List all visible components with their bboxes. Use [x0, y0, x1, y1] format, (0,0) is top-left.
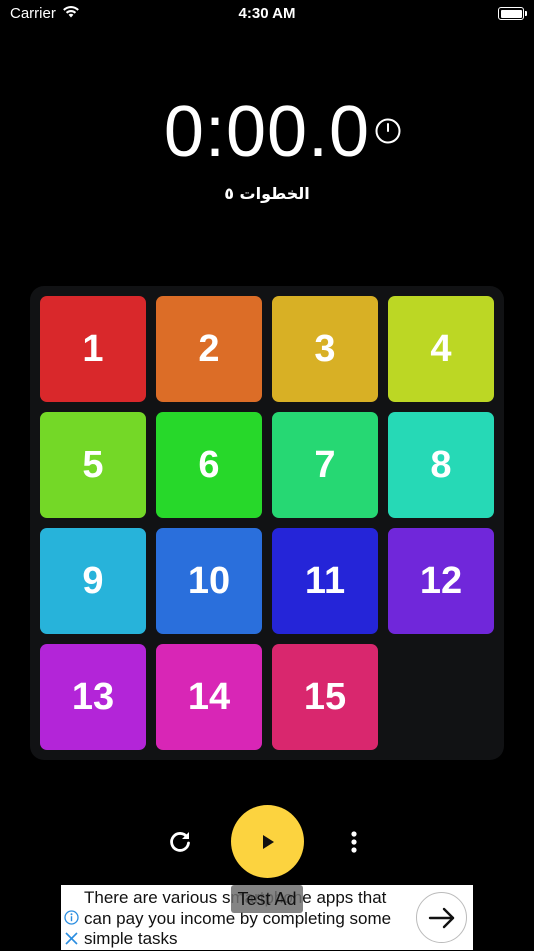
puzzle-tile[interactable]: 3: [272, 296, 378, 402]
puzzle-tile[interactable]: 10: [156, 528, 262, 634]
info-icon[interactable]: [64, 910, 79, 925]
test-ad-label: Test Ad: [231, 885, 303, 913]
timer-icon[interactable]: [374, 117, 402, 145]
puzzle-tile[interactable]: 9: [40, 528, 146, 634]
puzzle-tile[interactable]: 6: [156, 412, 262, 518]
ad-arrow-button[interactable]: [416, 892, 467, 943]
puzzle-tile[interactable]: 7: [272, 412, 378, 518]
puzzle-tile[interactable]: 15: [272, 644, 378, 750]
battery-icon: [498, 7, 527, 20]
play-button[interactable]: [231, 805, 304, 878]
arrow-right-icon: [428, 907, 454, 928]
puzzle-tile[interactable]: 8: [388, 412, 494, 518]
status-time: 4:30 AM: [238, 5, 296, 22]
puzzle-tile[interactable]: 14: [156, 644, 262, 750]
puzzle-tile[interactable]: 12: [388, 528, 494, 634]
puzzle-tile[interactable]: 13: [40, 644, 146, 750]
timer-display: 0:00.0: [163, 92, 371, 172]
more-options-button[interactable]: [344, 828, 364, 856]
refresh-icon: [170, 832, 190, 852]
moves-counter: الخطوات ٥: [224, 184, 310, 203]
status-bar: Carrier 4:30 AM: [0, 0, 534, 30]
refresh-button[interactable]: [166, 828, 194, 856]
play-icon: [262, 834, 274, 849]
puzzle-board: 1 2 3 4 5 6 7 8 9 10 11 12 13 14 15: [30, 286, 504, 760]
puzzle-tile[interactable]: 4: [388, 296, 494, 402]
puzzle-tile[interactable]: 2: [156, 296, 262, 402]
puzzle-tile[interactable]: 1: [40, 296, 146, 402]
close-icon[interactable]: [64, 931, 79, 946]
more-vertical-icon: [351, 831, 357, 853]
puzzle-tile[interactable]: 11: [272, 528, 378, 634]
puzzle-tile[interactable]: 5: [40, 412, 146, 518]
